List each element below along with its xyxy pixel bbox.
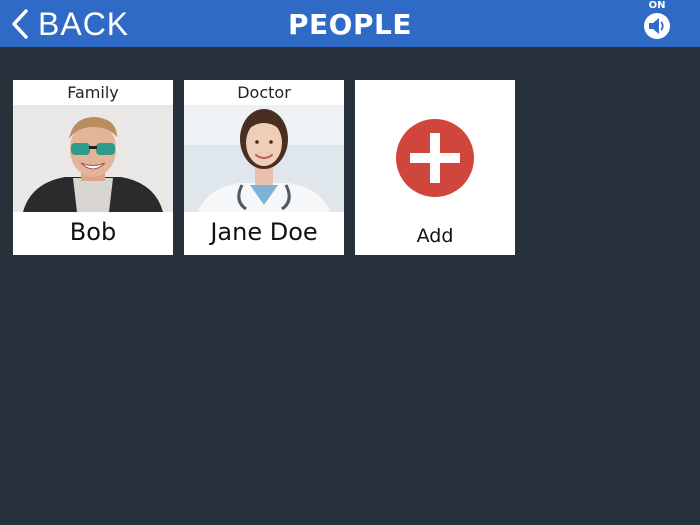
person-category: Doctor xyxy=(237,83,291,102)
sound-toggle[interactable]: ON xyxy=(640,0,674,47)
page-title: PEOPLE xyxy=(288,8,412,41)
speaker-icon xyxy=(644,13,670,39)
top-bar: BACK PEOPLE ON xyxy=(0,0,700,47)
person-card-jane-doe[interactable]: Doctor Jane Doe xyxy=(184,80,344,255)
plus-icon xyxy=(396,119,474,197)
person-card-bob[interactable]: Family Bob xyxy=(13,80,173,255)
person-photo-jane-doe xyxy=(184,105,344,212)
add-label: Add xyxy=(416,225,454,247)
sound-state-label: ON xyxy=(648,0,666,11)
person-category: Family xyxy=(67,83,119,102)
person-name: Jane Doe xyxy=(210,218,318,246)
add-person-card[interactable]: Add xyxy=(355,80,515,255)
person-name: Bob xyxy=(69,218,117,246)
person-photo-bob xyxy=(13,105,173,212)
